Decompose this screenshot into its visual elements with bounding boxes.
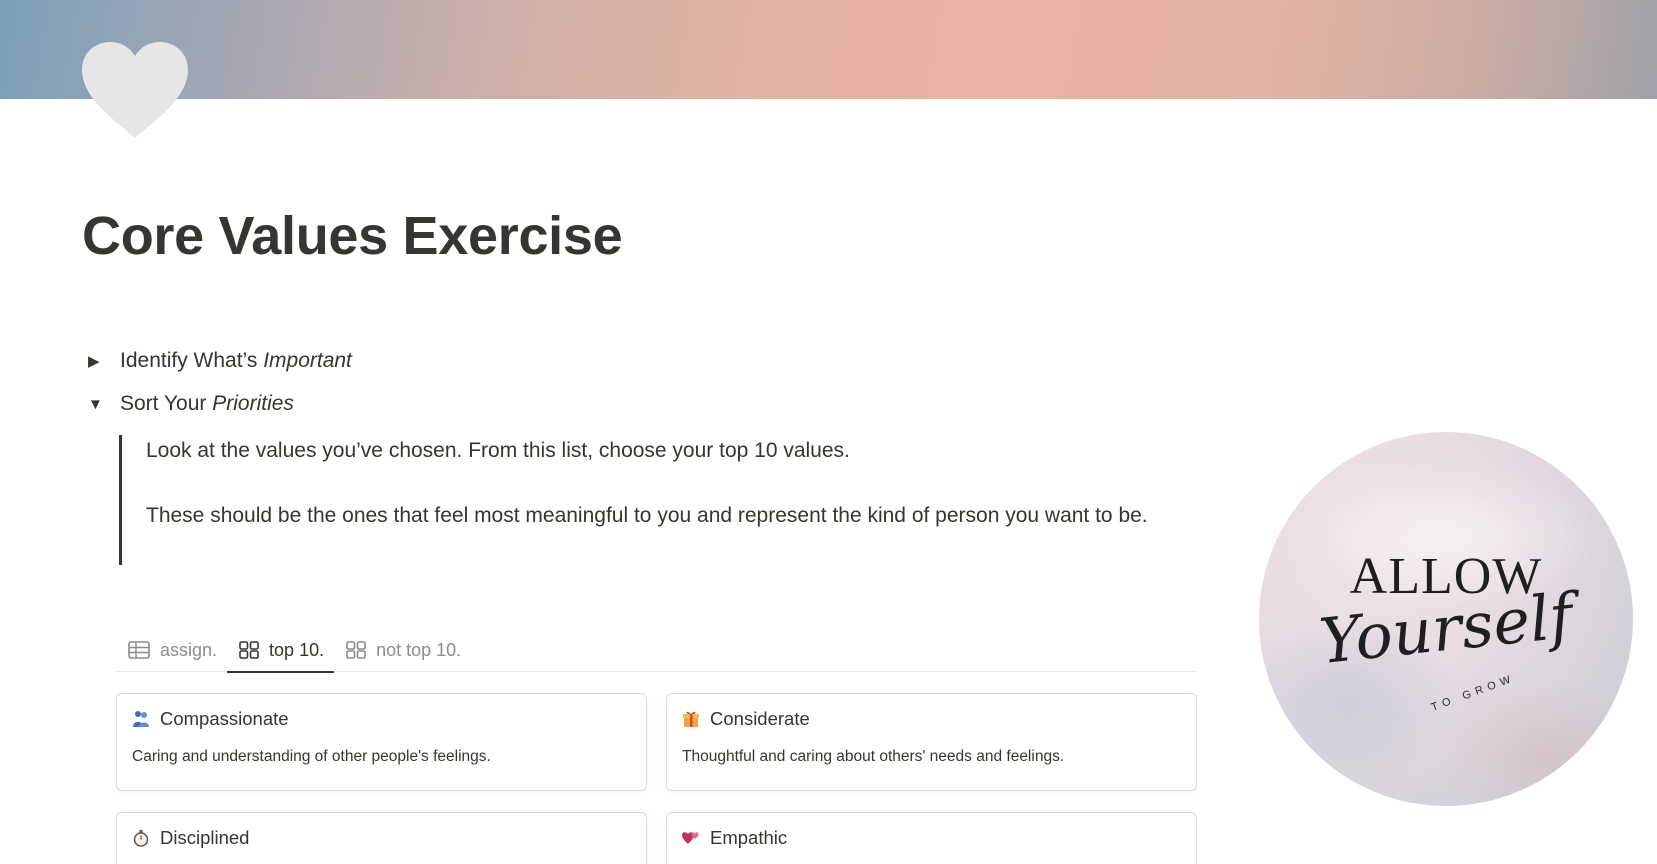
allow-yourself-to-grow-image: ALLOW Yourself TO GROW [1259, 432, 1633, 806]
page-title[interactable]: Core Values Exercise [82, 205, 623, 267]
card-title: Considerate [682, 708, 1181, 730]
tab-assign[interactable]: assign. [116, 628, 227, 672]
database-view-tabs: assign. top 10. not top 10. [116, 628, 1196, 673]
stopwatch-icon [132, 829, 150, 847]
quote-line: Look at the values you’ve chosen. From t… [146, 439, 850, 462]
card-title: Compassionate [132, 708, 631, 730]
card-title: Disciplined [132, 827, 631, 849]
heart-icon[interactable] [80, 42, 190, 142]
toggle-expanded-icon[interactable]: ▼ [88, 396, 112, 413]
gallery-card-disciplined[interactable]: Disciplined [116, 812, 647, 864]
quote-block: Look at the values you’ve chosen. From t… [119, 435, 1204, 565]
tab-label: assign. [160, 639, 218, 660]
gallery-card-empathic[interactable]: Empathic [666, 812, 1197, 864]
tab-top-10[interactable]: top 10. [227, 628, 335, 673]
toggle-label: Identify What’s Important [120, 349, 352, 372]
tab-label: top 10. [269, 639, 325, 660]
people-hugging-icon [132, 710, 150, 728]
gallery-icon [239, 641, 259, 659]
table-icon [128, 641, 150, 659]
toggle-identify-important[interactable]: ▶ Identify What’s Important [88, 349, 352, 373]
quote-line: These should be the ones that feel most … [146, 504, 1148, 527]
hearts-icon [682, 829, 700, 847]
toggle-collapsed-icon[interactable]: ▶ [88, 352, 112, 370]
gallery-card-compassionate[interactable]: Compassionate Caring and understanding o… [116, 693, 647, 791]
page-cover [0, 0, 1657, 99]
gallery-icon [346, 641, 366, 659]
gift-icon [682, 710, 700, 728]
tab-label: not top 10. [376, 639, 462, 660]
card-description: Thoughtful and caring about others' need… [682, 748, 1065, 765]
toggle-label: Sort Your Priorities [120, 392, 294, 415]
card-title: Empathic [682, 827, 1181, 849]
gallery-card-considerate[interactable]: Considerate Thoughtful and caring about … [666, 693, 1197, 791]
card-description: Caring and understanding of other people… [132, 748, 491, 765]
tab-not-top-10[interactable]: not top 10. [334, 628, 471, 672]
toggle-sort-priorities[interactable]: ▼ Sort Your Priorities [88, 392, 294, 416]
